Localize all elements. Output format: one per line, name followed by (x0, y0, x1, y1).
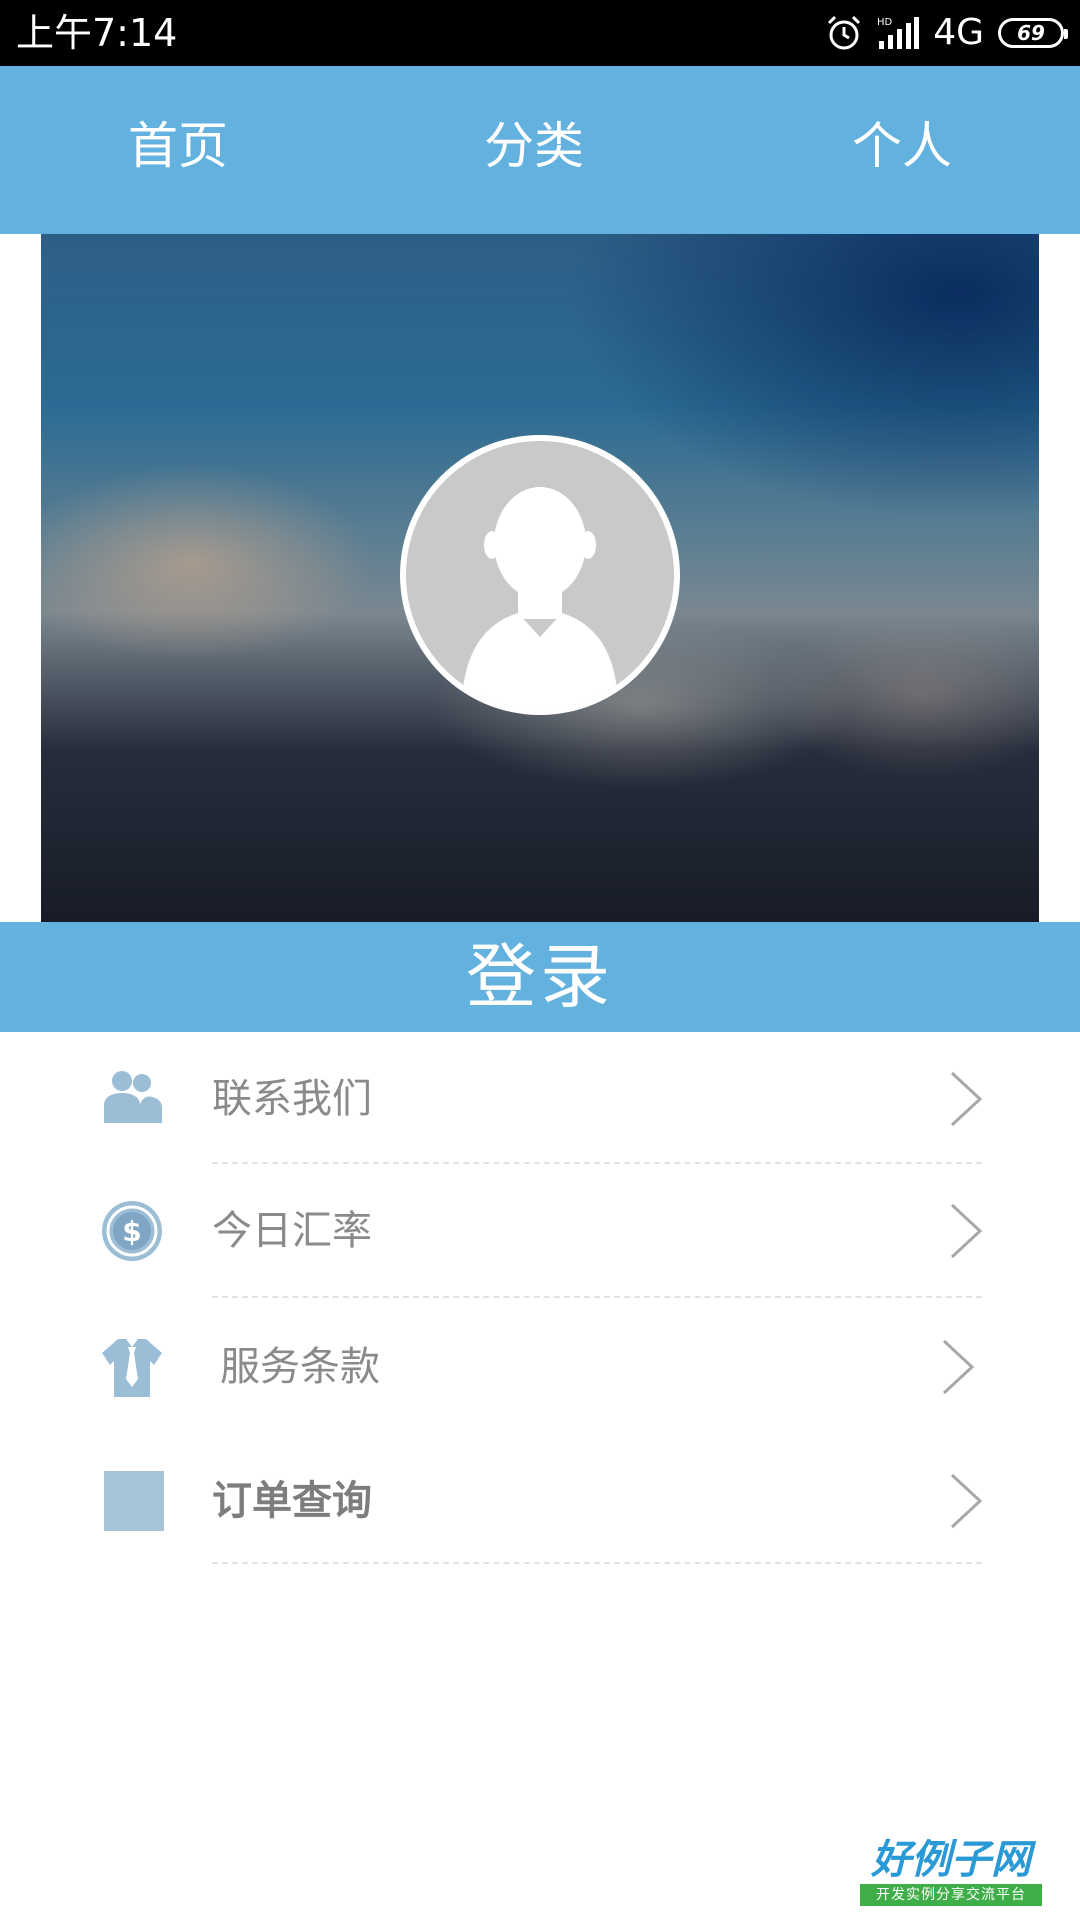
svg-text:HD: HD (877, 17, 893, 28)
status-bar: 上午7:14 HD 4G 69 (0, 0, 1080, 66)
battery-level: 69 (1017, 21, 1045, 45)
logo-subtitle: 开发实例分享交流平台 (860, 1884, 1042, 1906)
chevron-right-icon (950, 1473, 983, 1529)
svg-text:$: $ (122, 1215, 141, 1248)
menu-item-order-query[interactable]: 订单查询 (0, 1434, 1080, 1568)
menu-label-contact-us: 联系我们 (212, 1076, 372, 1122)
chevron-right-icon (950, 1071, 983, 1127)
shirt-tie-icon (102, 1339, 162, 1397)
profile-banner (41, 234, 1039, 922)
divider (212, 1296, 982, 1298)
menu-label-exchange-rate: 今日汇率 (212, 1208, 372, 1254)
chevron-right-icon (942, 1339, 975, 1395)
alarm-icon (828, 15, 861, 50)
people-icon (104, 1071, 162, 1123)
dollar-coin-icon: $ (102, 1201, 162, 1261)
tab-personal[interactable]: 个人 (852, 116, 952, 176)
divider (212, 1562, 982, 1564)
watermark-logo: 好例子网 开发实例分享交流平台 (860, 1838, 1042, 1910)
menu-item-contact-us[interactable]: 联系我们 (0, 1032, 1080, 1166)
avatar[interactable] (406, 441, 674, 709)
default-user-icon (462, 487, 618, 709)
tab-home[interactable]: 首页 (128, 116, 228, 176)
network-type: 4G (933, 12, 984, 53)
signal-icon: HD (877, 17, 920, 49)
status-icons: HD 4G 69 (825, 10, 1068, 56)
menu-item-exchange-rate[interactable]: $ 今日汇率 (0, 1164, 1080, 1298)
logo-title: 好例子网 (871, 1836, 1031, 1883)
status-time: 上午7:14 (16, 11, 178, 55)
battery-icon: 69 (998, 18, 1068, 48)
chevron-right-icon (950, 1203, 983, 1259)
square-icon (104, 1471, 164, 1531)
top-nav: 首页 分类 个人 (0, 66, 1080, 234)
login-button[interactable]: 登录 (0, 922, 1080, 1032)
menu-label-order-query: 订单查询 (212, 1478, 372, 1524)
menu-item-terms-of-service[interactable]: 服务条款 (0, 1300, 1080, 1434)
menu-label-terms-of-service: 服务条款 (220, 1344, 380, 1390)
login-label: 登录 (466, 936, 614, 1018)
tab-category[interactable]: 分类 (484, 116, 584, 176)
